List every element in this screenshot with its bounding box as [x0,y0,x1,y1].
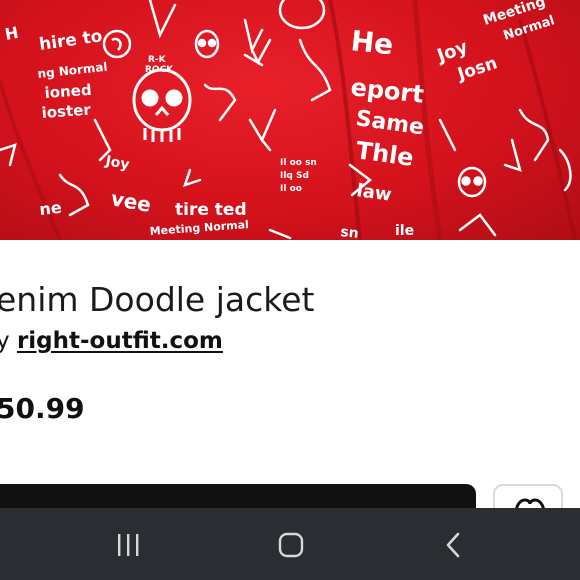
svg-text:vee: vee [109,186,153,217]
svg-text:Joy: Joy [103,153,130,173]
back-icon [446,532,460,558]
seller-prefix: y [0,328,10,354]
skull-doodle [132,68,192,142]
svg-text:Ilq Sd: Ilq Sd [280,171,309,181]
svg-text:R-K: R-K [148,55,167,65]
home-button[interactable] [270,530,310,560]
product-price: 50.99 [0,392,85,425]
back-button[interactable] [436,530,476,560]
svg-text:ne: ne [38,198,62,219]
svg-text:ROCK: ROCK [145,65,174,75]
svg-text:ioned: ioned [44,81,92,102]
svg-text:ioster: ioster [41,101,92,122]
jacket-doodle-art: hire to ng Normal ioned ioster R-K ROCK … [0,0,577,240]
svg-text:ng Normal: ng Normal [37,60,108,81]
svg-text:Il oo sn: Il oo sn [280,158,317,168]
home-icon [278,532,304,558]
system-navigation-bar [0,508,580,580]
svg-text:He: He [349,24,395,61]
svg-text:Meeting Normal: Meeting Normal [149,218,249,238]
seller-line: y right-outfit.com [0,328,223,354]
recents-button[interactable] [108,530,148,560]
svg-text:sn: sn [340,224,360,240]
seller-link[interactable]: right-outfit.com [17,328,223,354]
svg-text:law: law [355,180,393,206]
svg-text:H: H [3,23,19,44]
product-title: enim Doodle jacket [0,280,315,319]
recents-icon [118,534,139,556]
svg-text:hire to: hire to [38,26,104,55]
svg-text:ile: ile [395,223,414,239]
svg-text:Same: Same [354,106,425,140]
svg-text:Thle: Thle [354,136,415,172]
product-info: enim Doodle jacket y right-outfit.com 50… [0,240,580,524]
product-image[interactable]: hire to ng Normal ioned ioster R-K ROCK … [0,0,580,240]
svg-text:tire ted: tire ted [175,200,247,220]
svg-text:Il oo: Il oo [280,184,302,194]
svg-text:eport: eport [349,73,425,109]
